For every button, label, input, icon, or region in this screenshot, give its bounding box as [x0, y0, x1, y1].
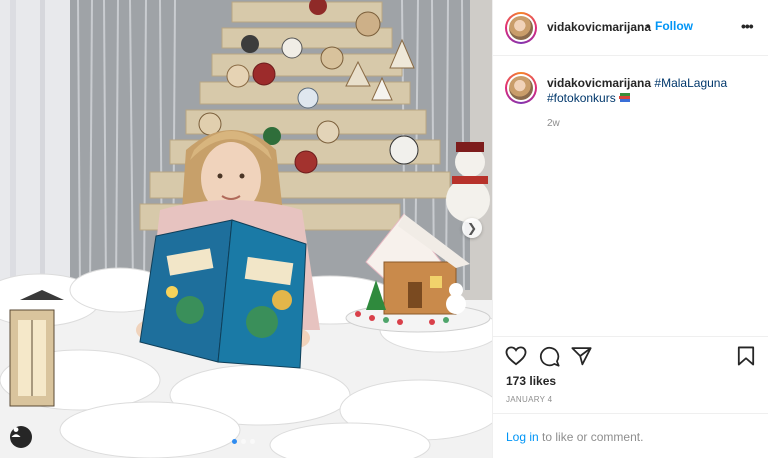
post-caption: vidakovicmarijana #MalaLaguna #fotokonku… [493, 56, 768, 336]
likes-count[interactable]: 173 likes [506, 374, 556, 388]
login-prompt: Log in to like or comment. [493, 413, 768, 459]
books-emoji [618, 93, 630, 102]
carousel-dot [241, 439, 246, 444]
post-photo[interactable]: ❯ [0, 0, 492, 458]
login-link[interactable]: Log in [506, 430, 539, 444]
caption-text: vidakovicmarijana #MalaLaguna #fotokonku… [547, 76, 757, 106]
username-link[interactable]: vidakovicmarijana [547, 20, 651, 34]
carousel-next-button[interactable]: ❯ [462, 218, 482, 238]
post-date: JANUARY 4 [506, 395, 553, 404]
post-time-ago[interactable]: 2w [547, 118, 560, 129]
instagram-post: ❯ vidakovicmarijana • Follow ••• vidakov… [0, 0, 768, 458]
login-rest-text: to like or comment. [538, 430, 644, 444]
follow-button[interactable]: Follow [655, 19, 693, 33]
separator-dot: • [646, 19, 651, 33]
caption-avatar[interactable] [505, 72, 537, 104]
chevron-right-icon: ❯ [466, 221, 478, 235]
photo-illustration [0, 0, 492, 458]
carousel-dot [232, 439, 237, 444]
post-header: vidakovicmarijana • Follow ••• [493, 0, 768, 56]
login-prompt-text: Log in to like or comment. [506, 430, 643, 444]
avatar[interactable] [505, 12, 537, 44]
caption-username[interactable]: vidakovicmarijana [547, 76, 651, 90]
bookmark-icon[interactable] [737, 346, 755, 366]
share-icon[interactable] [571, 346, 592, 366]
post-sidebar: vidakovicmarijana • Follow ••• vidakovic… [492, 0, 768, 458]
user-tags-button[interactable] [10, 426, 32, 448]
user-tag-icon [11, 427, 21, 437]
hashtag-link[interactable]: #fotokonkurs [547, 91, 616, 105]
hashtag-link[interactable]: #MalaLaguna [654, 76, 727, 90]
carousel-indicator [232, 439, 255, 444]
more-options-button[interactable]: ••• [741, 18, 754, 34]
carousel-dot [250, 439, 255, 444]
comment-icon[interactable] [539, 346, 560, 367]
post-actions: 173 likes JANUARY 4 Log in to like or co… [493, 336, 768, 458]
heart-icon[interactable] [505, 346, 527, 366]
